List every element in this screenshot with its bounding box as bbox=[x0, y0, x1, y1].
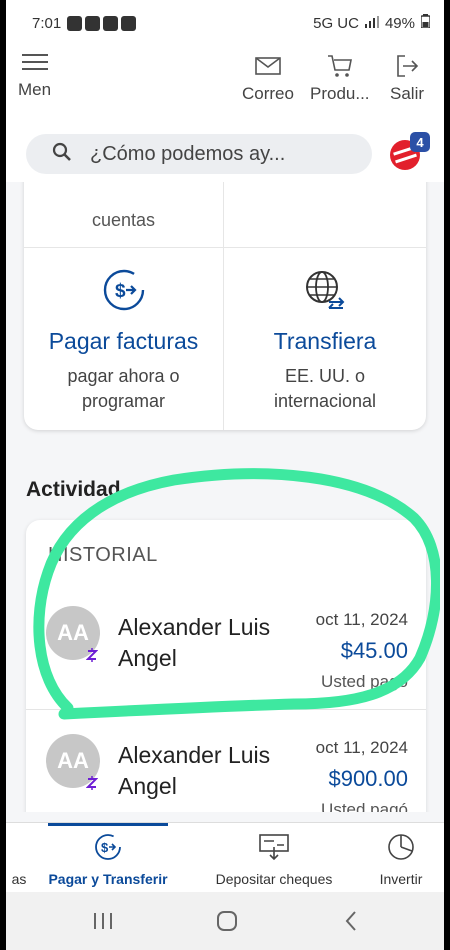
pay-bills-subtitle-line2: programar bbox=[81, 391, 166, 411]
mail-icon bbox=[255, 54, 281, 78]
products-button[interactable]: Produ... bbox=[310, 54, 370, 104]
search-icon bbox=[52, 142, 72, 167]
dollar-arrow-icon: $ bbox=[102, 268, 146, 312]
transaction-name: Alexander Luis Angel bbox=[118, 742, 271, 799]
battery-icon bbox=[420, 14, 431, 32]
nav-label-invest: Invertir bbox=[379, 871, 423, 887]
status-bar: 7:01 5G UC 49% bbox=[6, 0, 444, 46]
status-time: 7:01 bbox=[32, 14, 62, 32]
globe-transfer-icon bbox=[303, 268, 347, 312]
transaction-status: Usted pagó bbox=[321, 800, 408, 812]
notification-icons bbox=[67, 15, 137, 31]
menu-label: Men bbox=[18, 80, 52, 99]
nav-label-pay-transfer: Pagar y Transferir bbox=[48, 871, 168, 887]
notification-icon bbox=[103, 15, 119, 31]
quick-action-accounts[interactable]: cuentas bbox=[24, 182, 224, 248]
chat-assistant-button[interactable]: 4 bbox=[386, 132, 434, 176]
transaction-date: oct 11, 2024 bbox=[315, 738, 408, 757]
pay-bills-subtitle: pagar ahora o programar bbox=[24, 364, 223, 414]
pay-bills-subtitle-line1: pagar ahora o bbox=[67, 366, 180, 386]
quick-action-transfer[interactable]: Transfiera EE. UU. o internacional bbox=[224, 248, 426, 430]
back-button[interactable] bbox=[336, 906, 366, 936]
nav-item-accounts[interactable]: as bbox=[6, 823, 32, 893]
network-label: 5G UC bbox=[313, 14, 359, 32]
search-placeholder: ¿Cómo podemos ay... bbox=[90, 142, 286, 165]
svg-text:$: $ bbox=[101, 840, 109, 855]
phone-screen: 7:01 5G UC 49% Men Correo Produ... Salir… bbox=[6, 0, 444, 950]
logout-button[interactable]: Salir bbox=[390, 54, 424, 104]
transfer-subtitle-line2: internacional bbox=[273, 391, 377, 411]
transaction-row[interactable]: AA Alexander Luis Angel oct 11, 2024 $90… bbox=[26, 718, 426, 812]
mail-button[interactable]: Correo bbox=[242, 54, 294, 104]
quick-actions-card: cuentas $ Pagar facturas pagar ahora o p… bbox=[24, 182, 426, 430]
quick-action-pay-bills[interactable]: $ Pagar facturas pagar ahora o programar bbox=[24, 248, 224, 430]
notification-icon bbox=[85, 15, 101, 31]
menu-button[interactable]: Men bbox=[18, 50, 62, 100]
accounts-icon bbox=[6, 833, 32, 861]
dollar-arrow-icon: $ bbox=[93, 833, 123, 861]
pie-chart-icon bbox=[386, 833, 416, 861]
nav-label-accounts: as bbox=[11, 871, 27, 887]
deposit-check-icon bbox=[259, 833, 289, 861]
app-header: Men Correo Produ... Salir bbox=[6, 46, 444, 112]
notification-icon bbox=[121, 15, 137, 31]
status-right: 5G UC 49% bbox=[313, 14, 431, 32]
transfer-subtitle: EE. UU. o internacional bbox=[224, 364, 426, 414]
zelle-icon bbox=[85, 776, 100, 790]
transaction-amount: $900.00 bbox=[328, 766, 408, 791]
home-button[interactable] bbox=[212, 906, 242, 936]
system-nav-bar bbox=[6, 892, 444, 950]
quick-action-accounts-subtitle: cuentas bbox=[91, 210, 156, 230]
notification-badge: 4 bbox=[410, 132, 430, 152]
recent-apps-button[interactable] bbox=[88, 906, 118, 936]
bottom-nav: as $ Pagar y Transferir Depositar cheque… bbox=[6, 822, 444, 892]
search-row: ¿Cómo podemos ay... 4 bbox=[6, 112, 444, 182]
battery-label: 49% bbox=[384, 14, 415, 32]
signal-icon bbox=[364, 15, 379, 32]
highlight-annotation bbox=[33, 468, 440, 720]
pay-bills-title: Pagar facturas bbox=[48, 328, 199, 354]
cart-icon bbox=[327, 54, 353, 78]
svg-text:$: $ bbox=[115, 281, 126, 302]
quick-action-receive[interactable] bbox=[224, 182, 426, 248]
search-input[interactable]: ¿Cómo podemos ay... bbox=[26, 134, 372, 174]
nav-item-invest[interactable]: Invertir bbox=[366, 823, 436, 893]
notification-icon bbox=[67, 15, 83, 31]
mail-label: Correo bbox=[242, 84, 294, 103]
status-left: 7:01 bbox=[32, 14, 137, 32]
logout-icon bbox=[394, 54, 420, 78]
logout-label: Salir bbox=[390, 84, 425, 103]
transfer-subtitle-line1: EE. UU. o bbox=[284, 366, 366, 386]
products-label: Produ... bbox=[310, 84, 370, 103]
nav-item-pay-transfer[interactable]: $ Pagar y Transferir bbox=[48, 823, 168, 893]
hamburger-icon bbox=[22, 54, 48, 70]
nav-item-deposit[interactable]: Depositar cheques bbox=[204, 823, 344, 893]
nav-label-deposit: Depositar cheques bbox=[215, 871, 333, 887]
transfer-title: Transfiera bbox=[273, 328, 377, 354]
